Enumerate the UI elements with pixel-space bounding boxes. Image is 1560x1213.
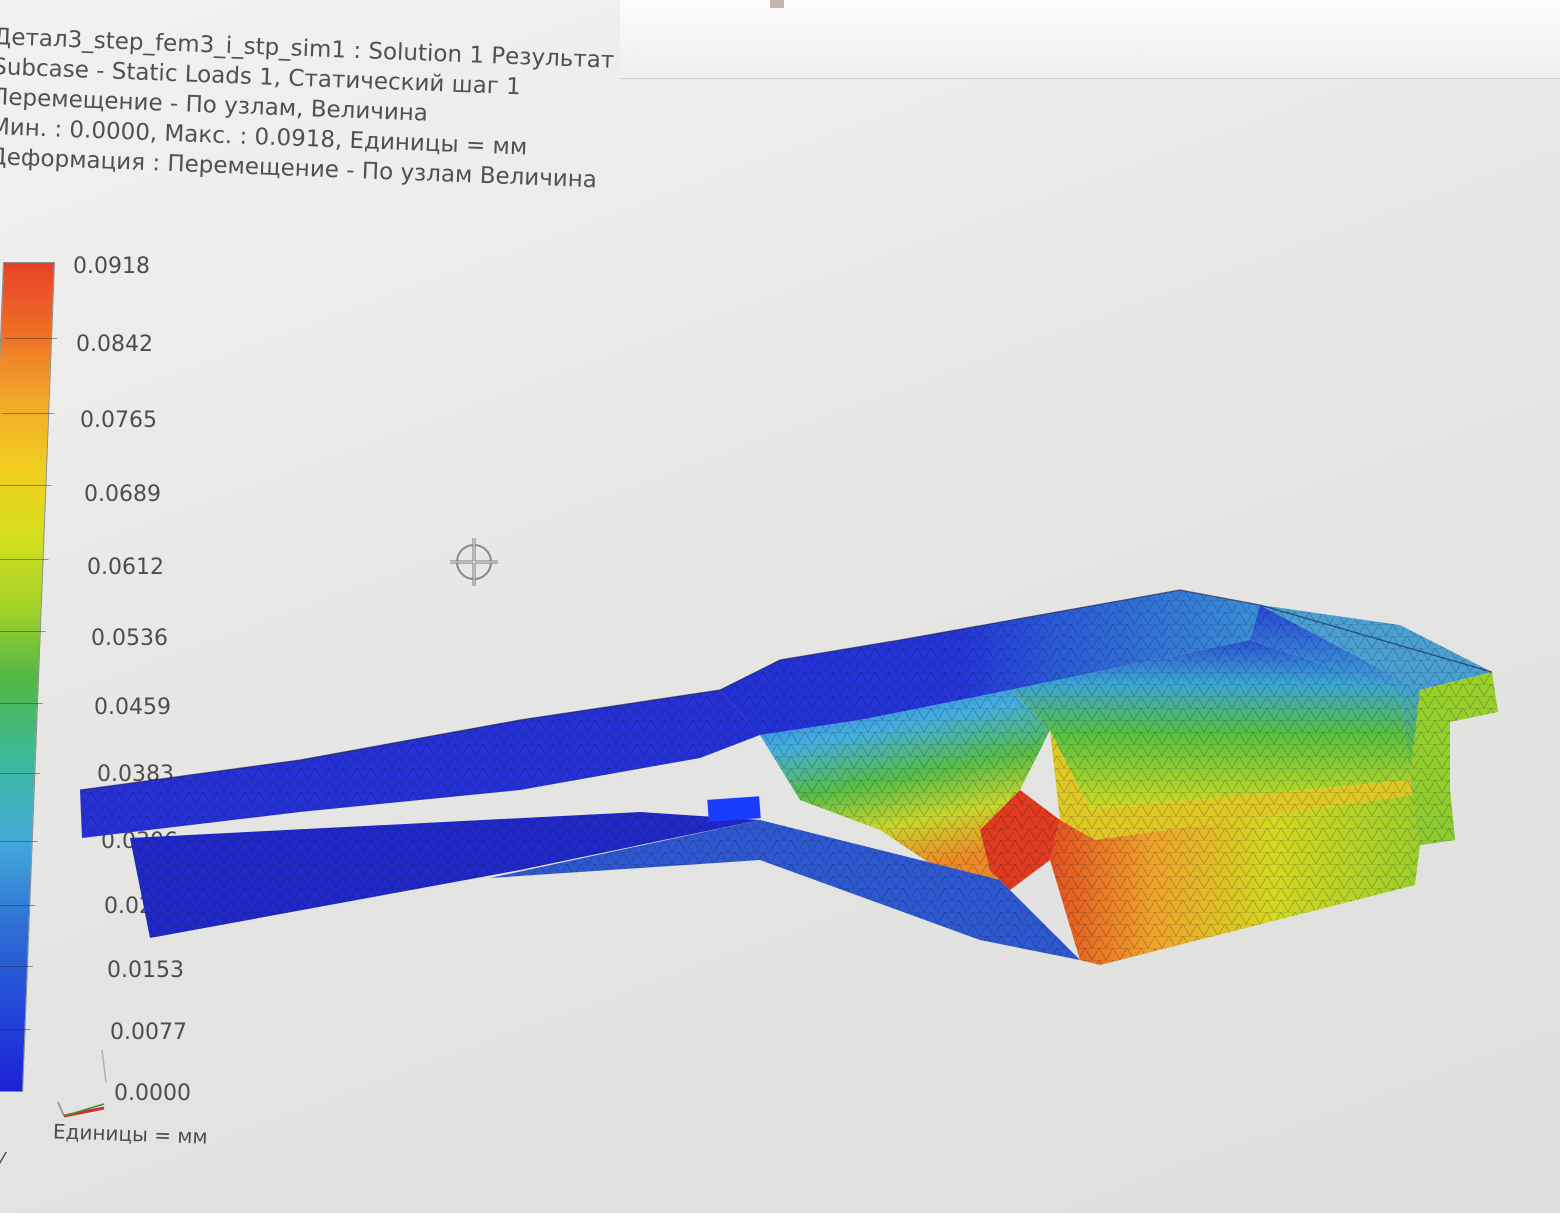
edge-mark-icon: ⁄ <box>0 1148 4 1172</box>
plate-underside-mesh <box>130 812 760 938</box>
move-crosshair-icon <box>450 538 498 586</box>
axis-triad-icon[interactable] <box>44 1046 124 1126</box>
graphics-viewport[interactable]: Детал3_step_fem3_i_stp_sim1 : Solution 1… <box>0 0 1560 1213</box>
fem-deformation-model[interactable] <box>0 0 1560 1213</box>
right-end-face-mesh <box>1410 672 1498 845</box>
constraint-marker <box>707 796 761 822</box>
